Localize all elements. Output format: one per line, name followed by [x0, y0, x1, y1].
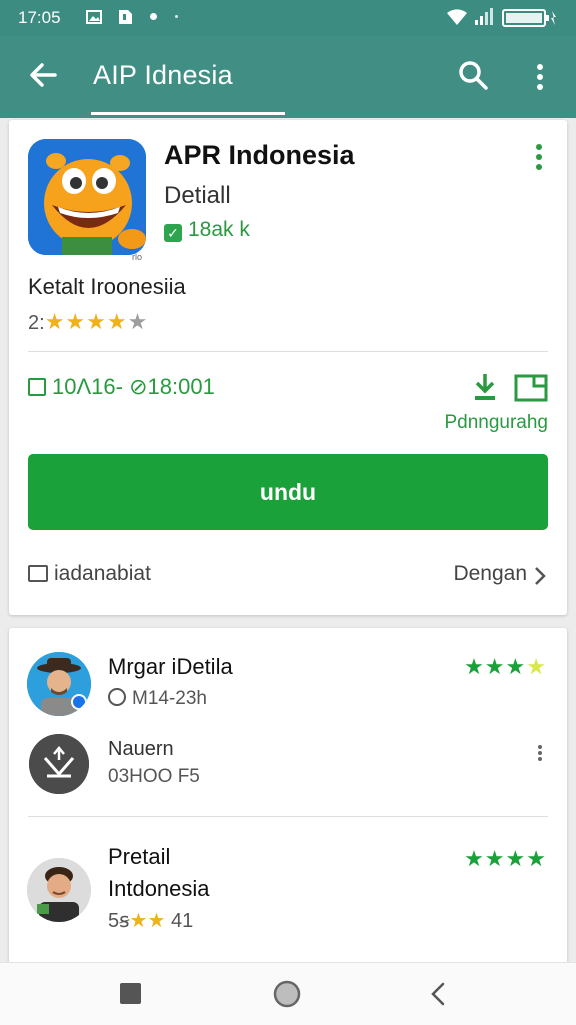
recents-square-icon[interactable]: [119, 982, 142, 1005]
star-icon: ★: [464, 846, 485, 871]
star-icon: ★: [484, 846, 506, 871]
star-empty-icon: ★: [127, 309, 149, 334]
reviewer-name: Pretail: [108, 844, 171, 869]
star-icon: ★: [65, 309, 87, 334]
window-icon[interactable]: [514, 374, 548, 402]
reviewer-name: Nauern: [108, 738, 174, 760]
star-icon: ★: [106, 309, 128, 334]
review-meta-text: 03ΗΟΟ F5: [108, 766, 200, 787]
avatar-emblem-icon: [29, 734, 89, 794]
page-title: AIP Idnesia: [93, 60, 233, 90]
card-more-icon[interactable]: [532, 143, 546, 171]
rating-prefix: 2:: [28, 312, 45, 334]
star-icon: ★: [44, 309, 66, 334]
sim-icon: [119, 10, 132, 24]
search-icon[interactable]: [456, 58, 490, 92]
review-meta: M14-23h: [108, 688, 207, 710]
avatar: [29, 734, 89, 794]
action-label[interactable]: Pdnngurahg: [444, 412, 548, 434]
app-icon[interactable]: [28, 139, 146, 255]
star-icon: ★: [526, 654, 547, 679]
divider: [28, 816, 548, 817]
review-meta: 5ꞩ★★ 41: [108, 908, 193, 933]
calendar-check-icon: [28, 378, 46, 396]
review-stars: ★★★★: [464, 654, 547, 680]
battery-icon: [502, 9, 556, 27]
star-icon: ★: [86, 309, 107, 334]
review-meta-text: M14-23h: [132, 688, 207, 709]
download-icon[interactable]: [471, 372, 499, 402]
app-name: APR Indonesia: [164, 140, 355, 170]
title-underline: [91, 112, 285, 115]
back-chevron-icon[interactable]: [430, 981, 446, 1007]
chevron-right-icon[interactable]: [534, 566, 546, 586]
notification-dot-icon: [150, 13, 157, 20]
star-icon: ★: [505, 846, 527, 871]
review-meta-prefix: 5ꞩ: [108, 910, 130, 932]
wifi-icon: [447, 9, 467, 25]
notification-dot-small-icon: [175, 15, 178, 18]
footer-left-text: iadanabiat: [54, 562, 151, 585]
rating-stars: ★★★★★: [45, 309, 149, 334]
divider: [28, 351, 548, 352]
verified-row: ✓ 18ak k: [164, 218, 250, 242]
meta-text: 10Λ16- ⊘18:001: [52, 374, 215, 399]
app-subtitle: Detiall: [164, 182, 231, 209]
reviewer-name-line2: Intdonesia: [108, 876, 210, 901]
gallery-icon: [86, 10, 102, 24]
back-arrow-icon[interactable]: [26, 58, 60, 92]
review-meta-suffix: 41: [170, 910, 194, 932]
avatar-person-icon: [27, 858, 91, 922]
avatar: [27, 652, 91, 716]
footer-left[interactable]: iadanabiat: [28, 562, 151, 586]
star-icon: ★: [526, 846, 547, 871]
signal-icon: [475, 8, 493, 25]
rating-row: 2:★★★★★: [28, 309, 148, 335]
more-vert-icon[interactable]: [536, 744, 544, 762]
star-icon: ★: [147, 910, 166, 932]
status-bar: 17:05: [0, 0, 576, 36]
avatar-person-icon: [27, 652, 91, 716]
star-icon: ★: [484, 654, 506, 679]
star-icon: ★: [505, 654, 527, 679]
clock-icon: [108, 688, 126, 706]
verified-text: 18ak k: [188, 218, 250, 241]
star-icon: ★: [464, 654, 485, 679]
review-inline-stars: ★★: [130, 910, 166, 932]
install-button[interactable]: undu: [28, 454, 548, 530]
checkmark-icon: ✓: [164, 224, 182, 242]
star-icon: ★: [129, 910, 148, 932]
reviewer-name: Mrgar iDetila: [108, 654, 233, 679]
footer-right-text[interactable]: Dengan: [453, 562, 527, 586]
chart-box-icon: [28, 565, 48, 582]
meta-row: 10Λ16- ⊘18:001: [28, 374, 215, 400]
mascot-icon: [28, 139, 146, 255]
status-time: 17:05: [18, 8, 61, 27]
app-detail-card: rlo APR Indonesia Detiall ✓ 18ak k Ketalt…: [9, 120, 567, 615]
developer-name[interactable]: Ketalt Iroonesiia: [28, 274, 186, 300]
review-stars: ★★★★: [464, 846, 547, 872]
app-bar: AIP Idnesia: [0, 36, 576, 118]
system-nav-bar: [0, 962, 576, 1025]
avatar: [27, 858, 91, 922]
home-circle-icon[interactable]: [272, 979, 302, 1009]
more-vert-icon[interactable]: [528, 60, 552, 94]
reviews-card: Mrgar iDetila M14-23h ★★★★ Nauern 03ΗΟΟ …: [9, 628, 567, 964]
icon-caption: rlo: [132, 252, 143, 262]
